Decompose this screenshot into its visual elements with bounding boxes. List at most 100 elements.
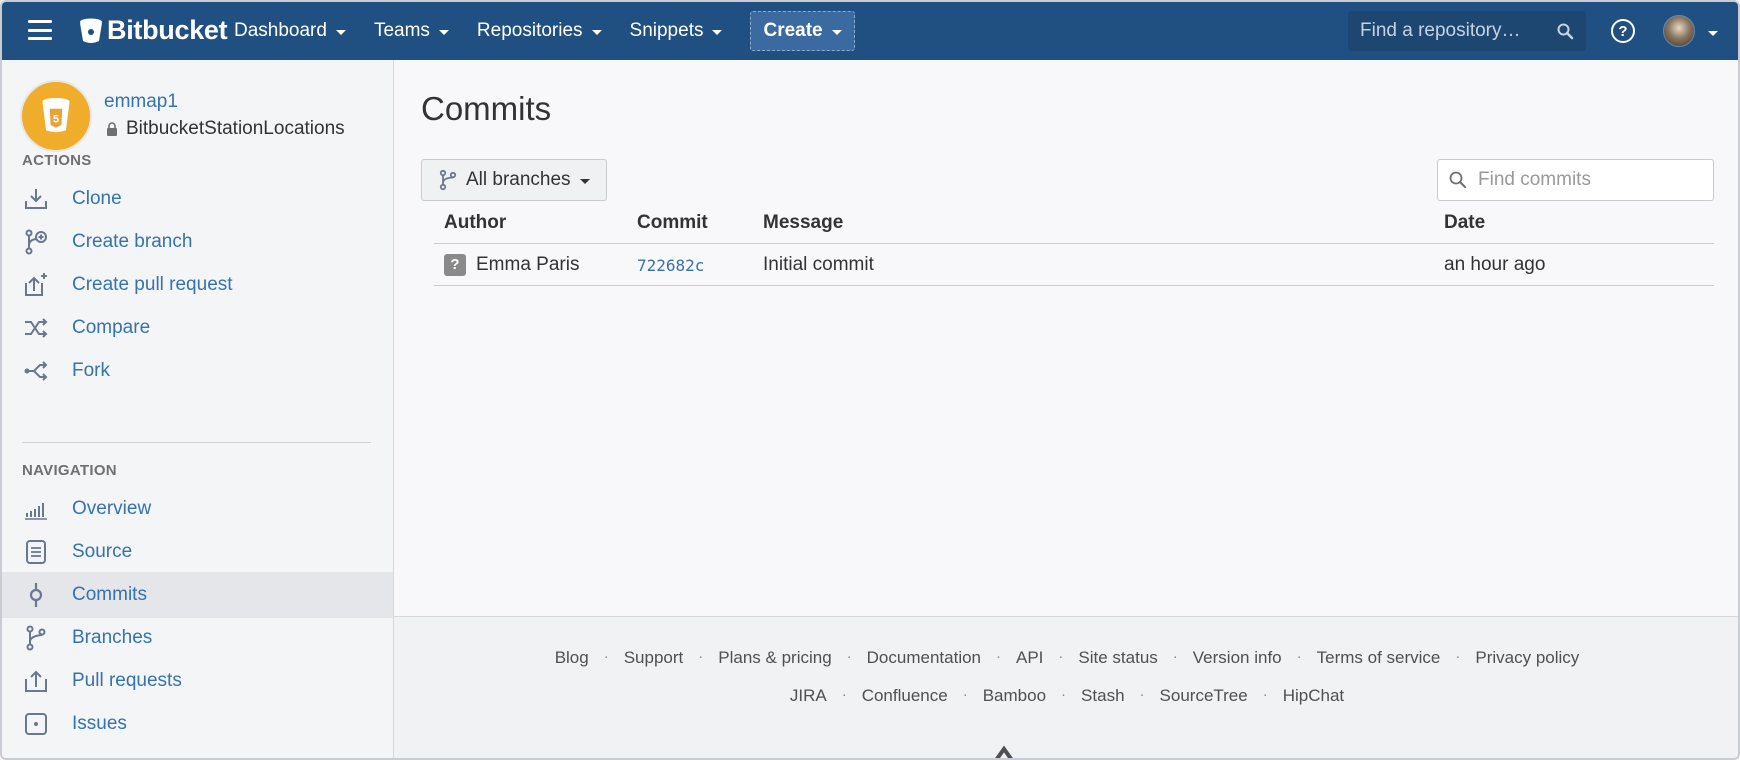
- overview-icon: [22, 495, 50, 523]
- chevron-down-icon: [579, 178, 590, 184]
- footer-separator: ·: [1296, 648, 1302, 665]
- commit-message: Initial commit: [763, 254, 874, 275]
- chevron-down-icon: [831, 29, 842, 35]
- branch-filter-dropdown[interactable]: All branches: [421, 159, 607, 201]
- footer-separator: ·: [1139, 686, 1145, 703]
- sidebar-item-label: Fork: [72, 360, 110, 381]
- create-pull-request-icon: [22, 271, 50, 299]
- atlassian-logo[interactable]: [990, 745, 1030, 758]
- repository-name-label: BitbucketStationLocations: [126, 118, 345, 139]
- sidebar-item-label: Pull requests: [72, 670, 182, 691]
- footer-separator: ·: [1455, 648, 1461, 665]
- nav-repositories[interactable]: Repositories: [477, 20, 602, 42]
- pull-requests-icon: [22, 667, 50, 695]
- page-title: Commits: [421, 90, 552, 127]
- create-branch-icon: [22, 228, 50, 256]
- repository-owner-link[interactable]: emmap1: [104, 91, 178, 113]
- sidebar: 5 emmap1 BitbucketStationLocations ACTIO…: [2, 60, 394, 758]
- sidebar-item-commits[interactable]: Commits: [2, 572, 393, 618]
- footer-separator: ·: [603, 648, 609, 665]
- top-navigation-bar: Bitbucket Dashboard Teams Repositories S…: [2, 2, 1738, 60]
- compare-icon: [22, 314, 50, 342]
- column-header-date: Date: [1444, 212, 1486, 233]
- hamburger-menu-icon[interactable]: [28, 20, 52, 40]
- repository-search-input[interactable]: Find a repository…: [1348, 11, 1586, 51]
- chevron-down-icon: [438, 29, 449, 35]
- footer-link-bamboo[interactable]: Bamboo: [983, 686, 1046, 706]
- fork-icon: [22, 357, 50, 385]
- branches-icon: [22, 624, 50, 652]
- footer-link-stash[interactable]: Stash: [1081, 686, 1124, 706]
- table-row: ? Emma Paris 722682c Initial commit an h…: [434, 244, 1714, 286]
- search-icon: [1557, 23, 1574, 40]
- footer-link-hipchat[interactable]: HipChat: [1283, 686, 1344, 706]
- footer-separator: ·: [962, 686, 968, 703]
- create-button[interactable]: Create: [750, 11, 855, 51]
- footer-separator: ·: [1262, 686, 1268, 703]
- footer-link-plans-pricing[interactable]: Plans & pricing: [718, 648, 831, 668]
- sidebar-item-label: Source: [72, 541, 133, 562]
- create-button-label: Create: [763, 20, 823, 41]
- sidebar-item-overview[interactable]: Overview: [2, 486, 393, 532]
- sidebar-item-label: Overview: [72, 498, 152, 519]
- footer-separator: ·: [1058, 648, 1064, 665]
- footer-link-documentation[interactable]: Documentation: [867, 648, 981, 668]
- footer: Blog · Support · Plans & pricing · Docum…: [394, 616, 1738, 758]
- main-nav: Dashboard Teams Repositories Snippets Cr…: [234, 2, 883, 60]
- footer-link-privacy[interactable]: Privacy policy: [1475, 648, 1579, 668]
- help-icon[interactable]: ?: [1611, 19, 1635, 43]
- user-menu-chevron-down-icon[interactable]: [1708, 31, 1718, 36]
- nav-dashboard-label: Dashboard: [234, 20, 327, 41]
- footer-link-jira[interactable]: JIRA: [790, 686, 827, 706]
- nav-snippets[interactable]: Snippets: [630, 20, 723, 42]
- footer-link-site-status[interactable]: Site status: [1078, 648, 1157, 668]
- repository-name[interactable]: BitbucketStationLocations: [104, 118, 345, 140]
- nav-dashboard[interactable]: Dashboard: [234, 20, 346, 42]
- bitbucket-bucket-icon: [80, 18, 102, 43]
- find-commits-placeholder: Find commits: [1478, 169, 1591, 190]
- commit-author[interactable]: ? Emma Paris: [444, 253, 579, 276]
- footer-link-sourcetree[interactable]: SourceTree: [1160, 686, 1248, 706]
- sidebar-item-issues[interactable]: Issues: [2, 701, 393, 747]
- footer-links-products: JIRA · Confluence · Bamboo · Stash · Sou…: [394, 686, 1738, 706]
- footer-link-version-info[interactable]: Version info: [1193, 648, 1282, 668]
- sidebar-item-clone[interactable]: Clone: [2, 176, 393, 222]
- footer-link-api[interactable]: API: [1016, 648, 1043, 668]
- commit-hash-link[interactable]: 722682c: [637, 256, 704, 275]
- sidebar-item-label: Compare: [72, 317, 151, 338]
- footer-separator: ·: [698, 648, 704, 665]
- svg-text:5: 5: [53, 113, 59, 125]
- sidebar-item-source[interactable]: Source: [2, 529, 393, 575]
- sidebar-item-pull-requests[interactable]: Pull requests: [2, 658, 393, 704]
- sidebar-item-label: Clone: [72, 188, 122, 209]
- sidebar-item-compare[interactable]: Compare: [2, 305, 393, 351]
- clone-icon: [22, 185, 50, 213]
- footer-separator: ·: [841, 686, 847, 703]
- sidebar-item-label: Create pull request: [72, 274, 233, 295]
- sidebar-item-create-branch[interactable]: Create branch: [2, 219, 393, 265]
- footer-separator: ·: [1061, 686, 1067, 703]
- issues-icon: [22, 710, 50, 738]
- bitbucket-logo[interactable]: Bitbucket: [79, 15, 228, 46]
- nav-repositories-label: Repositories: [476, 20, 583, 41]
- commits-table: Author Commit Message Date ? Emma Paris …: [434, 202, 1714, 286]
- sidebar-item-label: Commits: [72, 584, 147, 605]
- nav-teams[interactable]: Teams: [374, 20, 449, 42]
- sidebar-item-branches[interactable]: Branches: [2, 615, 393, 661]
- source-icon: [22, 538, 50, 566]
- footer-link-confluence[interactable]: Confluence: [862, 686, 948, 706]
- sidebar-item-create-pull-request[interactable]: Create pull request: [2, 262, 393, 308]
- commit-date: an hour ago: [1444, 254, 1546, 275]
- footer-link-support[interactable]: Support: [624, 648, 684, 668]
- find-commits-input[interactable]: Find commits: [1437, 159, 1714, 201]
- footer-link-blog[interactable]: Blog: [555, 648, 589, 668]
- logo-text: Bitbucket: [107, 15, 228, 45]
- user-avatar[interactable]: [1663, 15, 1695, 47]
- sidebar-item-fork[interactable]: Fork: [2, 348, 393, 394]
- repository-avatar[interactable]: 5: [20, 80, 92, 152]
- nav-teams-label: Teams: [373, 20, 430, 41]
- sidebar-item-label: Branches: [72, 627, 153, 648]
- footer-link-terms[interactable]: Terms of service: [1317, 648, 1441, 668]
- app-window: Bitbucket Dashboard Teams Repositories S…: [0, 0, 1740, 760]
- chevron-down-icon: [335, 29, 346, 35]
